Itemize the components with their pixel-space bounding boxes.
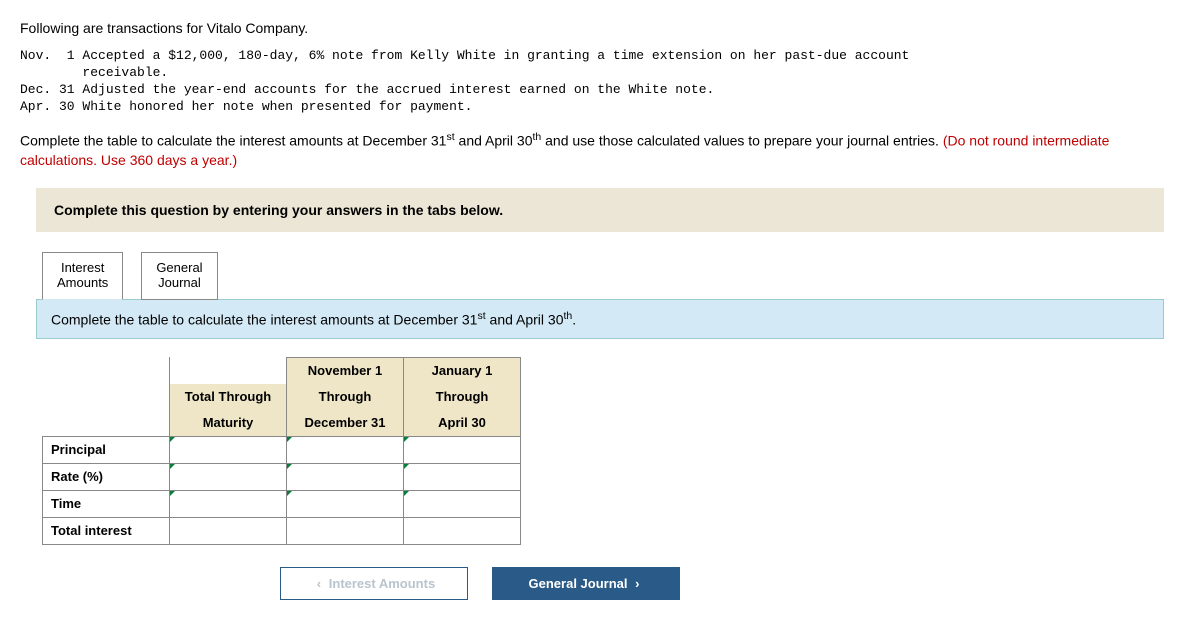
table-row: Total interest <box>43 517 521 544</box>
chevron-left-icon: ‹ <box>313 576 325 591</box>
next-tab-button[interactable]: General Journal › <box>492 567 680 600</box>
col2-line1: November 1 <box>287 357 404 384</box>
table-row: Time <box>43 490 521 517</box>
col1-line1: Total Through <box>170 384 287 410</box>
cell-total-maturity[interactable] <box>170 517 287 544</box>
cell-total-dec31[interactable] <box>287 517 404 544</box>
cell-rate-dec31[interactable] <box>287 463 404 490</box>
transactions-block: Nov. 1 Accepted a $12,000, 180-day, 6% n… <box>20 48 1180 116</box>
table-row: Principal <box>43 436 521 463</box>
cell-principal-maturity[interactable] <box>170 436 287 463</box>
col3-line1: January 1 <box>404 357 521 384</box>
cell-time-dec31[interactable] <box>287 490 404 517</box>
tab-general-journal[interactable]: General Journal <box>141 252 217 300</box>
prev-tab-button: ‹ Interest Amounts <box>280 567 468 600</box>
col1-line2: Maturity <box>170 410 287 437</box>
cell-principal-dec31[interactable] <box>287 436 404 463</box>
cell-total-apr30[interactable] <box>404 517 521 544</box>
row-rate-label: Rate (%) <box>43 463 170 490</box>
interest-calc-table: November 1 January 1 Total Through Throu… <box>42 357 521 545</box>
chevron-right-icon: › <box>631 576 643 591</box>
tab-instruction: Complete the table to calculate the inte… <box>36 299 1164 339</box>
row-time-label: Time <box>43 490 170 517</box>
table-row: Rate (%) <box>43 463 521 490</box>
col3-line2: Through <box>404 384 521 410</box>
cell-time-apr30[interactable] <box>404 490 521 517</box>
tabs-row: Interest Amounts General Journal <box>42 252 1180 300</box>
nav-button-row: ‹ Interest Amounts General Journal › <box>280 567 1180 600</box>
question-band: Complete this question by entering your … <box>36 188 1164 232</box>
cell-principal-apr30[interactable] <box>404 436 521 463</box>
col2-line2: Through <box>287 384 404 410</box>
col2-line3: December 31 <box>287 410 404 437</box>
tab-interest-amounts[interactable]: Interest Amounts <box>42 252 123 300</box>
cell-time-maturity[interactable] <box>170 490 287 517</box>
row-total-label: Total interest <box>43 517 170 544</box>
instructions-text: Complete the table to calculate the inte… <box>20 130 1180 171</box>
row-principal-label: Principal <box>43 436 170 463</box>
col3-line3: April 30 <box>404 410 521 437</box>
cell-rate-apr30[interactable] <box>404 463 521 490</box>
intro-text: Following are transactions for Vitalo Co… <box>20 20 1180 36</box>
cell-rate-maturity[interactable] <box>170 463 287 490</box>
